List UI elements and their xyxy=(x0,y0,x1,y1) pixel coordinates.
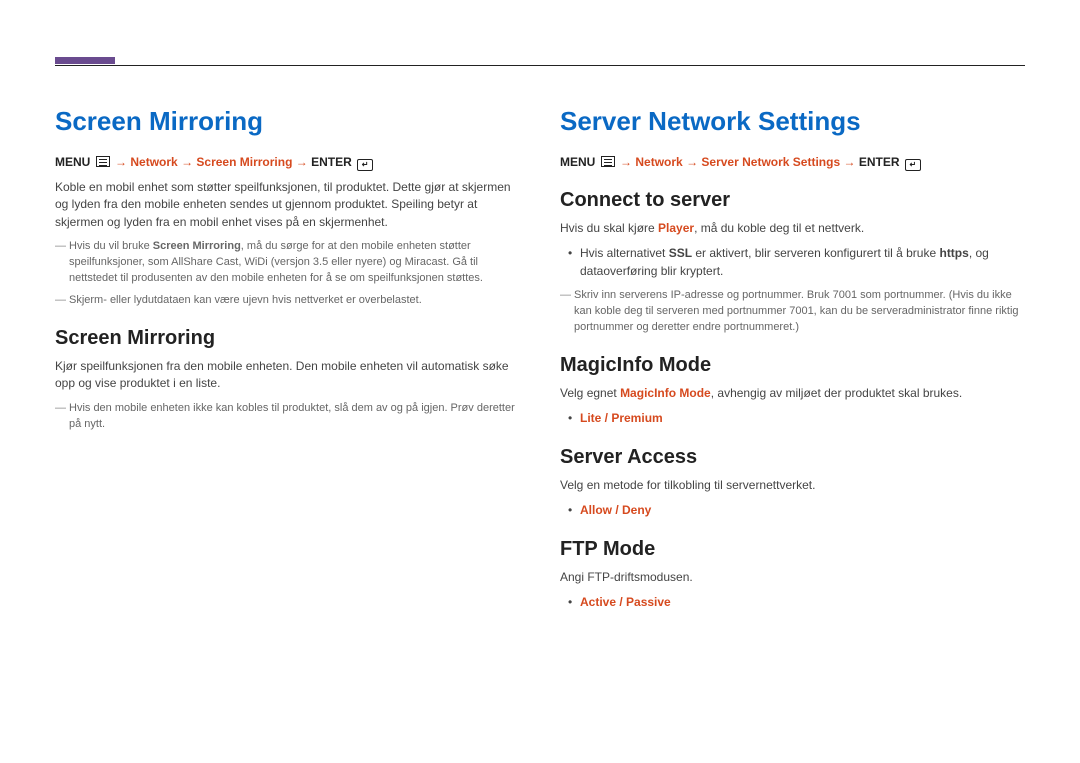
option-item: Lite / Premium xyxy=(560,410,1025,427)
notes-left: Hvis du vil bruke Screen Mirroring, må d… xyxy=(55,239,520,309)
access-options: Allow / Deny xyxy=(560,502,1025,519)
arrow: → xyxy=(843,155,855,169)
subheading-screen-mirroring: Screen Mirroring xyxy=(55,327,520,350)
menu-path-right: MENU → Network → Server Network Settings… xyxy=(560,155,1025,171)
right-column: Server Network Settings MENU → Network →… xyxy=(560,106,1025,619)
heading-screen-mirroring: Screen Mirroring xyxy=(55,106,520,137)
heading-magicinfo-mode: MagicInfo Mode xyxy=(560,354,1025,377)
bullet-item: Hvis alternativet SSL er aktivert, blir … xyxy=(560,245,1025,280)
connect-note: Skriv inn serverens IP-adresse og portnu… xyxy=(560,288,1025,336)
section-marker xyxy=(55,57,115,64)
note-item: Hvis den mobile enheten ikke kan kobles … xyxy=(55,401,520,433)
sub-body: Kjør speilfunksjonen fra den mobile enhe… xyxy=(55,358,520,393)
heading-ftp-mode: FTP Mode xyxy=(560,538,1025,561)
enter-icon: ↵ xyxy=(905,159,921,171)
menu-icon xyxy=(96,156,110,167)
magic-body: Velg egnet MagicInfo Mode, avhengig av m… xyxy=(560,385,1025,402)
arrow: → xyxy=(115,155,127,169)
option-item: Allow / Deny xyxy=(560,502,1025,519)
connect-body: Hvis du skal kjøre Player, må du koble d… xyxy=(560,220,1025,237)
menu-icon xyxy=(601,156,615,167)
arrow: → xyxy=(686,155,698,169)
connect-bullets: Hvis alternativet SSL er aktivert, blir … xyxy=(560,245,1025,280)
menu-label: MENU xyxy=(55,155,90,169)
menu-label: MENU xyxy=(560,155,595,169)
ftp-options: Active / Passive xyxy=(560,594,1025,611)
arrow: → xyxy=(181,155,193,169)
arrow: → xyxy=(620,155,632,169)
heading-server-access: Server Access xyxy=(560,446,1025,469)
content-columns: Screen Mirroring MENU → Network → Screen… xyxy=(55,106,1025,619)
ftp-body: Angi FTP-driftsmodusen. xyxy=(560,569,1025,586)
heading-connect-to-server: Connect to server xyxy=(560,189,1025,212)
note-item: Skjerm- eller lydutdataen kan være ujevn… xyxy=(55,293,520,309)
heading-server-network: Server Network Settings xyxy=(560,106,1025,137)
enter-label: ENTER xyxy=(311,155,352,169)
magic-options: Lite / Premium xyxy=(560,410,1025,427)
option-item: Active / Passive xyxy=(560,594,1025,611)
document-page: Screen Mirroring MENU → Network → Screen… xyxy=(0,0,1080,619)
header-rule xyxy=(55,65,1025,66)
sub-note: Hvis den mobile enheten ikke kan kobles … xyxy=(55,401,520,433)
nav-network: Network xyxy=(130,155,177,169)
nav-network: Network xyxy=(635,155,682,169)
note-item: Skriv inn serverens IP-adresse og portnu… xyxy=(560,288,1025,336)
enter-icon: ↵ xyxy=(357,159,373,171)
menu-path-left: MENU → Network → Screen Mirroring → ENTE… xyxy=(55,155,520,171)
enter-label: ENTER xyxy=(859,155,900,169)
note-item: Hvis du vil bruke Screen Mirroring, må d… xyxy=(55,239,520,287)
arrow: → xyxy=(296,155,308,169)
access-body: Velg en metode for tilkobling til server… xyxy=(560,477,1025,494)
intro-text: Koble en mobil enhet som støtter speilfu… xyxy=(55,179,520,231)
left-column: Screen Mirroring MENU → Network → Screen… xyxy=(55,106,520,619)
nav-item: Screen Mirroring xyxy=(196,155,292,169)
nav-item: Server Network Settings xyxy=(701,155,840,169)
